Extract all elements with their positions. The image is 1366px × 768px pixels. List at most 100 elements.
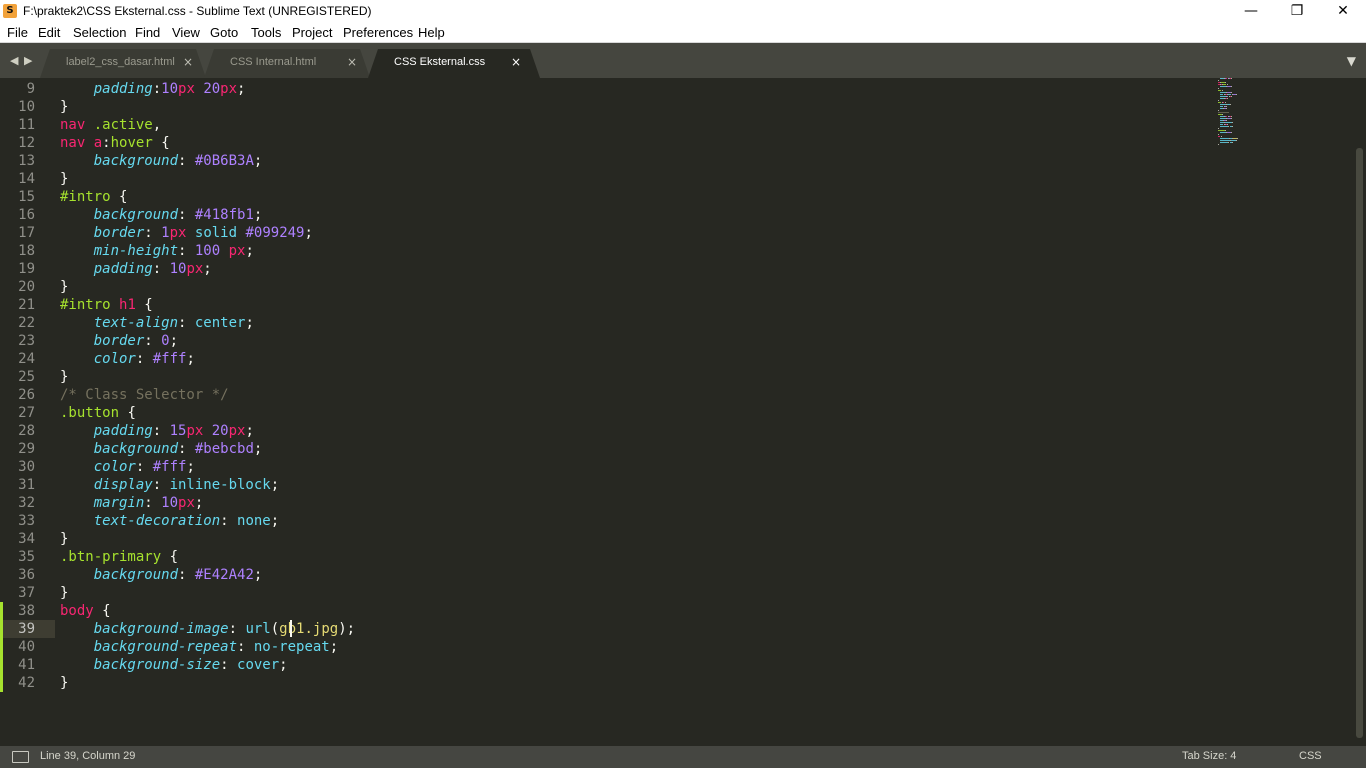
code-token: a <box>93 135 103 151</box>
menu-file[interactable]: File <box>7 25 28 40</box>
tab-nav-right-icon[interactable]: ▶ <box>24 54 32 67</box>
line-number: 15 <box>18 189 35 205</box>
code-line[interactable]: 18 min-height: 100 px; <box>0 242 1354 260</box>
code-token: : <box>152 261 170 277</box>
tab-close-icon[interactable]: × <box>183 55 193 69</box>
menu-preferences[interactable]: Preferences <box>343 25 413 40</box>
cursor-position[interactable]: Line 39, Column 29 <box>40 750 135 762</box>
code-line[interactable]: 17 border: 1px solid #099249; <box>0 224 1354 242</box>
code-token: #0B6B3A <box>194 153 254 169</box>
line-number: 12 <box>18 135 35 151</box>
tab-label: CSS Internal.html <box>230 56 317 68</box>
menu-selection[interactable]: Selection <box>73 25 126 40</box>
minimap-stroke <box>1230 132 1232 133</box>
code-token: } <box>60 585 69 601</box>
tab-close-icon[interactable]: × <box>511 55 521 69</box>
menu-help[interactable]: Help <box>418 25 445 40</box>
menu-tools[interactable]: Tools <box>251 25 281 40</box>
code-line[interactable]: 30 color: #fff; <box>0 458 1354 476</box>
code-line[interactable]: 21 #intro h1 { <box>0 296 1354 314</box>
close-window-button[interactable]: ✕ <box>1320 0 1366 22</box>
line-number: 20 <box>18 279 35 295</box>
code-token: } <box>60 279 69 295</box>
code-line[interactable]: 25} <box>0 368 1354 386</box>
minimize-button[interactable]: — <box>1228 0 1274 22</box>
code-line[interactable]: 15 #intro { <box>0 188 1354 206</box>
code-token: px <box>178 81 195 97</box>
code-line[interactable]: 29 background: #bebcbd; <box>0 440 1354 458</box>
code-line[interactable]: 26 /* Class Selector */ <box>0 386 1354 404</box>
vertical-scrollbar[interactable] <box>1354 78 1366 746</box>
maximize-button[interactable]: ❐ <box>1274 0 1320 22</box>
tab-size-indicator[interactable]: Tab Size: 4 <box>1182 750 1236 762</box>
minimap-stroke <box>1218 102 1222 103</box>
code-token: .active <box>93 117 153 133</box>
code-line[interactable]: 16 background: #418fb1; <box>0 206 1354 224</box>
code-text: color: #fff; <box>60 459 195 475</box>
minimap[interactable] <box>1218 78 1258 168</box>
code-token: : <box>135 459 153 475</box>
minimap-stroke <box>1226 120 1228 121</box>
menu-view[interactable]: View <box>172 25 200 40</box>
menu-edit[interactable]: Edit <box>38 25 60 40</box>
code-token: : <box>178 567 195 583</box>
panel-toggle-icon[interactable] <box>12 751 29 763</box>
code-line[interactable]: 24 color: #fff; <box>0 350 1354 368</box>
code-line[interactable]: 37} <box>0 584 1354 602</box>
code-line[interactable]: 20} <box>0 278 1354 296</box>
tab-label2-css-dasar[interactable]: label2_css_dasar.html × <box>40 49 206 78</box>
tab-css-eksternal[interactable]: CSS Eksternal.css × <box>368 49 540 78</box>
menu-project[interactable]: Project <box>292 25 332 40</box>
code-text: padding:10px 20px; <box>60 81 246 97</box>
minimap-stroke <box>1220 140 1230 141</box>
code-line[interactable]: 14} <box>0 170 1354 188</box>
code-token: px <box>228 243 246 259</box>
code-token: ; <box>203 261 212 277</box>
code-text: min-height: 100 px; <box>60 243 254 259</box>
code-line[interactable]: 28 padding: 15px 20px; <box>0 422 1354 440</box>
code-line[interactable]: 33 text-decoration: none; <box>0 512 1354 530</box>
code-text: } <box>60 279 68 295</box>
code-token: : <box>102 135 111 151</box>
code-token: { <box>152 135 170 151</box>
code-line[interactable]: 12 nav a:hover { <box>0 134 1354 152</box>
line-number: 35 <box>18 549 35 565</box>
tab-close-icon[interactable]: × <box>347 55 357 69</box>
code-line[interactable]: 10} <box>0 98 1354 116</box>
minimap-stroke <box>1230 92 1232 93</box>
code-line[interactable]: 34} <box>0 530 1354 548</box>
code-text: .button { <box>60 405 136 421</box>
code-line[interactable]: 27 .button { <box>0 404 1354 422</box>
code-line[interactable]: 23 border: 0; <box>0 332 1354 350</box>
minimap-stroke <box>1225 122 1232 123</box>
code-line[interactable]: 32 margin: 10px; <box>0 494 1354 512</box>
code-line[interactable]: 9 padding:10px 20px; <box>0 80 1354 98</box>
menu-goto[interactable]: Goto <box>210 25 238 40</box>
code-line[interactable]: 38 body { <box>0 602 1354 620</box>
code-line[interactable]: 19 padding: 10px; <box>0 260 1354 278</box>
tab-css-internal[interactable]: CSS Internal.html × <box>204 49 370 78</box>
code-line[interactable]: 40 background-repeat: no-repeat; <box>0 638 1354 656</box>
code-token: background-size <box>60 657 221 673</box>
code-line[interactable]: 36 background: #E42A42; <box>0 566 1354 584</box>
menu-find[interactable]: Find <box>135 25 160 40</box>
code-line[interactable]: 31 display: inline-block; <box>0 476 1354 494</box>
line-number: 31 <box>18 477 35 493</box>
code-editor[interactable]: 9 padding:10px 20px; 10} 11 nav .active, 12 n… <box>0 78 1366 746</box>
code-line[interactable]: 22 text-align: center; <box>0 314 1354 332</box>
scrollbar-thumb[interactable] <box>1356 148 1363 738</box>
minimap-stroke <box>1221 90 1223 91</box>
tab-list-dropdown-icon[interactable]: ▼ <box>1347 54 1356 68</box>
code-token: ; <box>237 81 246 97</box>
tab-nav-left-icon[interactable]: ◀ <box>10 54 18 67</box>
line-number: 23 <box>18 333 35 349</box>
code-line[interactable]: 13 background: #0B6B3A; <box>0 152 1354 170</box>
syntax-indicator[interactable]: CSS <box>1299 750 1322 762</box>
code-line[interactable]: 41 background-size: cover; <box>0 656 1354 674</box>
code-line[interactable]: 39 background-image: url(gb1.jpg); <box>0 620 1354 638</box>
code-line[interactable]: 11 nav .active, <box>0 116 1354 134</box>
code-line[interactable]: 35 .btn-primary { <box>0 548 1354 566</box>
code-token: nav <box>60 117 86 133</box>
code-text: } <box>60 585 68 601</box>
code-line[interactable]: 42} <box>0 674 1354 692</box>
